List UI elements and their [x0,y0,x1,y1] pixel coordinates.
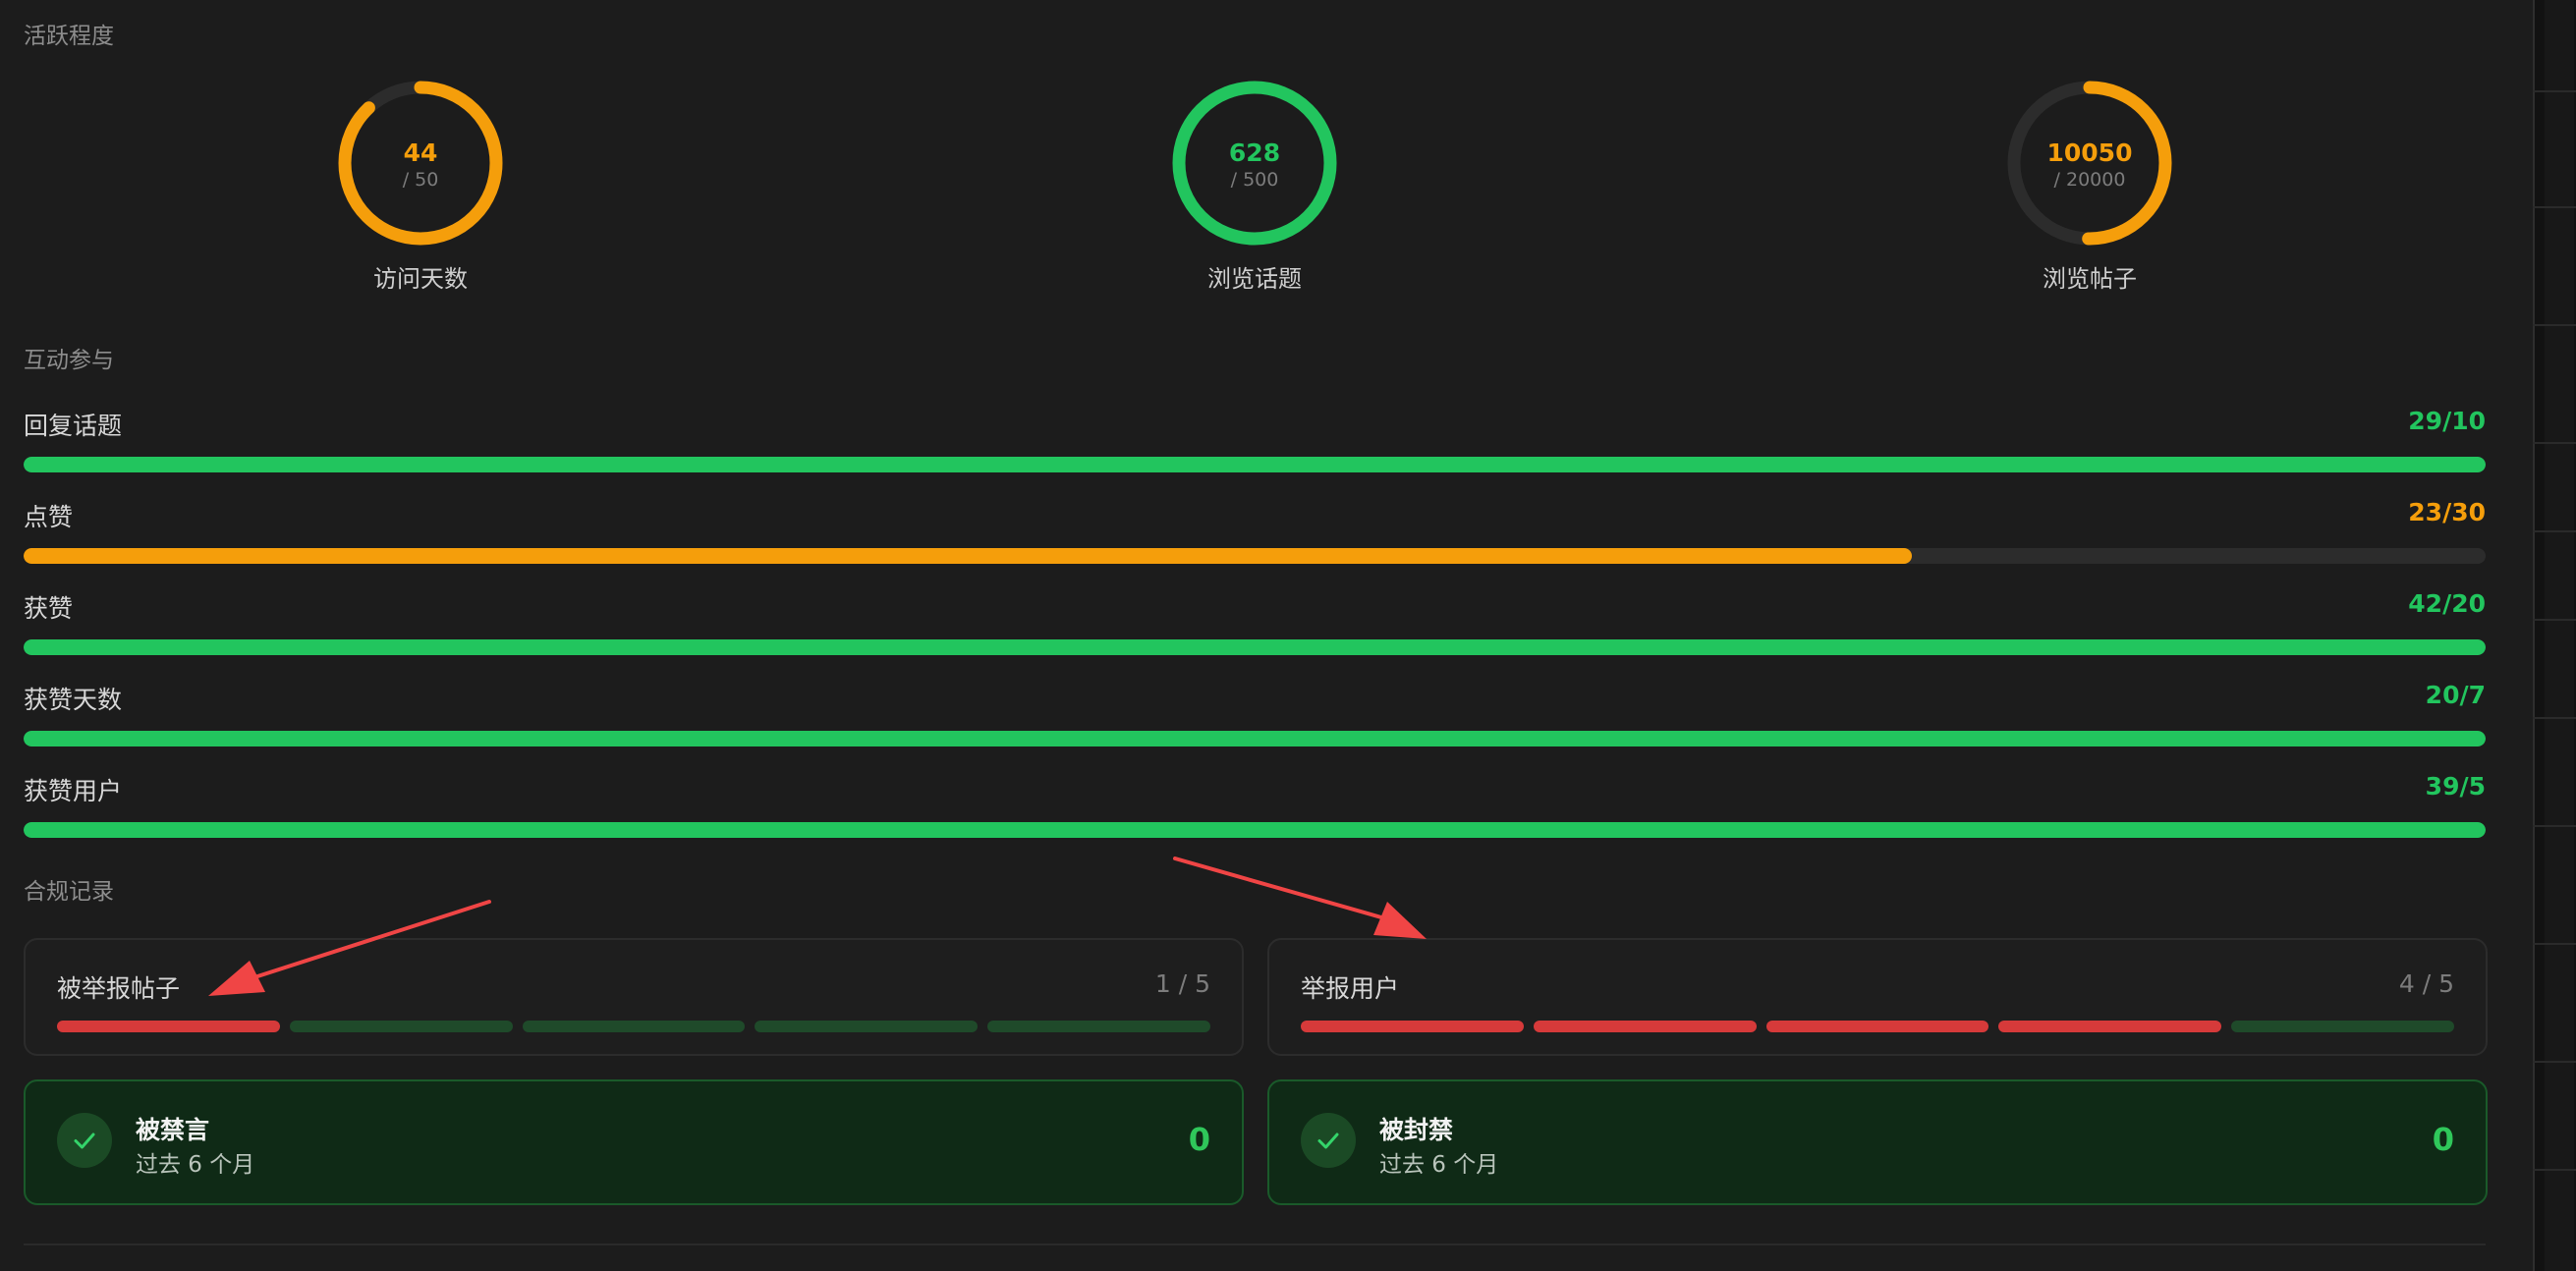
panel-divider [2533,943,2576,945]
annotation-arrow-icon [1173,857,1427,939]
panel-divider [2533,530,2576,532]
right-side-panel [2533,0,2576,1271]
panel-divider [2533,442,2576,444]
panel-divider [2533,1061,2576,1063]
panel-column [2545,0,2574,1271]
panel-divider [2533,619,2576,621]
panel-edge [2533,0,2535,1271]
panel-divider [2533,825,2576,827]
panel-divider [2533,206,2576,208]
annotation-arrows [208,857,1427,996]
panel-divider [2533,1169,2576,1171]
panel-divider [2533,324,2576,326]
panel-divider [2533,717,2576,719]
annotation-arrow-icon [208,900,491,996]
panel-divider [2533,90,2576,92]
